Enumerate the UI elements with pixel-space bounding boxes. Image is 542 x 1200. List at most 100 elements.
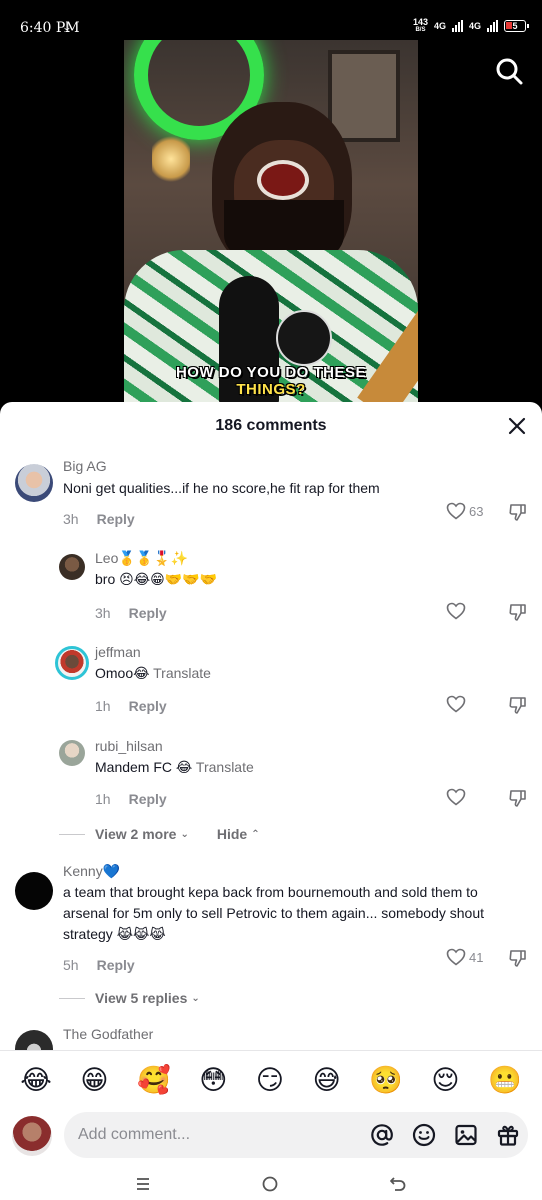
emoji-button[interactable]: 😏	[256, 1067, 284, 1094]
comments-sheet: 186 comments Big AG Noni get qualities..…	[0, 402, 542, 1200]
emoji-button[interactable]: 😂	[20, 1067, 52, 1094]
like-button[interactable]: 41	[446, 948, 483, 966]
signal-icon	[451, 20, 463, 32]
translate-link[interactable]: Translate	[153, 665, 211, 681]
comment-username[interactable]: rubi_hilsan	[95, 738, 163, 754]
reply-button[interactable]: Reply	[97, 511, 135, 527]
view-replies[interactable]: View 5 replies ⌄	[59, 990, 200, 1006]
comment-meta: 1h Reply	[95, 698, 167, 714]
emoji-button[interactable]: 🥰	[137, 1067, 171, 1094]
home-button[interactable]	[261, 1175, 279, 1198]
reply-button[interactable]: Reply	[129, 791, 167, 807]
network-type-1: 4G	[433, 21, 446, 31]
gift-icon[interactable]	[496, 1123, 520, 1147]
chevron-down-icon: ⌄	[180, 828, 189, 840]
view-replies-link[interactable]: View 5 replies	[95, 990, 187, 1006]
comment-username[interactable]: jeffman	[95, 644, 141, 660]
translate-link[interactable]: Translate	[196, 759, 254, 775]
comment-text: Omoo😂 Translate	[95, 663, 211, 684]
sheet-header: 186 comments	[0, 402, 542, 450]
thumbs-down-icon	[509, 504, 526, 521]
image-icon[interactable]	[454, 1123, 478, 1147]
video-player[interactable]: HOW DO YOU DO THESE THINGS?	[124, 40, 418, 402]
view-more-replies[interactable]: View 2 more ⌄ Hide ⌃	[59, 826, 260, 842]
network-speed-unit: B/S	[415, 27, 426, 33]
like-button[interactable]	[446, 695, 466, 713]
dislike-button[interactable]	[508, 788, 528, 813]
caption-line-1: HOW DO YOU DO THESE	[175, 364, 367, 381]
chevron-down-icon: ⌄	[191, 992, 200, 1004]
comment-text: Mandem FC 😂 Translate	[95, 757, 254, 778]
comment-text-line: strategy 😹😹😹	[63, 926, 166, 942]
emoji-button[interactable]: 😁	[80, 1067, 108, 1094]
comment-time: 1h	[95, 698, 111, 714]
wall-frame	[328, 50, 400, 142]
dislike-button[interactable]	[508, 502, 528, 527]
back-button[interactable]	[389, 1175, 407, 1198]
comment-text-line: a team that brought kepa back from bourn…	[63, 884, 478, 900]
reply-button[interactable]: Reply	[97, 957, 135, 973]
comment-username[interactable]: Kenny💙	[63, 863, 120, 880]
comment-time: 5h	[63, 957, 79, 973]
like-button[interactable]	[446, 602, 466, 620]
comment-time: 3h	[95, 605, 111, 621]
heart-icon	[446, 502, 466, 520]
avatar[interactable]	[59, 554, 85, 580]
comment-text: Noni get qualities...if he no score,he f…	[63, 480, 380, 496]
avatar[interactable]	[55, 646, 89, 680]
network-type-2: 4G	[468, 21, 481, 31]
emoji-picker-icon[interactable]	[412, 1123, 436, 1147]
comment-text: bro 😣😂😁🤝🤝🤝	[95, 571, 217, 587]
like-button[interactable]	[446, 788, 466, 806]
emoji-button[interactable]: 😬	[488, 1067, 522, 1094]
dislike-button[interactable]	[508, 948, 528, 973]
comment-composer	[0, 1110, 542, 1166]
emoji-button[interactable]: 😳	[199, 1067, 227, 1094]
emoji-button[interactable]: 😌	[431, 1067, 459, 1094]
comment-text-body: Mandem FC 😂	[95, 759, 193, 775]
comments-list[interactable]: Big AG Noni get qualities...if he no sco…	[0, 450, 542, 1050]
dislike-button[interactable]	[508, 602, 528, 627]
mention-icon[interactable]	[370, 1123, 394, 1147]
hide-replies-link[interactable]: Hide	[217, 826, 247, 842]
comment-time: 3h	[63, 511, 79, 527]
comment-time: 1h	[95, 791, 111, 807]
avatar[interactable]	[59, 740, 85, 766]
emoji-button[interactable]: 😅	[313, 1067, 341, 1094]
like-count: 63	[469, 503, 484, 519]
search-icon[interactable]	[494, 56, 524, 86]
signal-icon-2	[487, 20, 498, 32]
avatar[interactable]	[15, 1030, 53, 1050]
heart-icon	[446, 788, 466, 806]
emoji-quick-bar: 😂 😁 🥰 😳 😏 😅 🥺 😌 😬	[0, 1050, 542, 1110]
comment-username[interactable]: Big AG	[63, 458, 107, 474]
thumbs-down-icon	[509, 604, 526, 621]
heart-icon	[446, 602, 466, 620]
comment-username[interactable]: The Godfather	[63, 1026, 153, 1042]
status-time: 6:40 PM	[20, 20, 80, 36]
comment-username[interactable]: Leo🥇🥇🎖️✨	[95, 550, 188, 567]
thread-divider	[59, 997, 85, 999]
shirt-badge	[276, 310, 332, 366]
network-speed-value: 143	[412, 17, 428, 27]
download-icon: ⤓	[64, 19, 70, 34]
emoji-button[interactable]: 🥺	[369, 1067, 403, 1094]
avatar[interactable]	[15, 464, 53, 502]
thumbs-down-icon	[509, 790, 526, 807]
thumbs-down-icon	[509, 950, 526, 967]
like-button[interactable]: 63	[446, 502, 483, 520]
recent-apps-button[interactable]	[135, 1176, 151, 1197]
reply-button[interactable]: Reply	[129, 698, 167, 714]
video-caption: HOW DO YOU DO THESE THINGS?	[124, 364, 418, 398]
thread-divider	[59, 833, 85, 835]
comment-meta: 3h Reply	[63, 511, 135, 527]
reply-button[interactable]: Reply	[129, 605, 167, 621]
avatar[interactable]	[15, 872, 53, 910]
view-more-link[interactable]: View 2 more	[95, 826, 176, 842]
comments-count-title: 186 comments	[215, 417, 327, 434]
close-icon[interactable]	[508, 417, 526, 435]
caption-line-2: THINGS?	[236, 381, 306, 398]
status-indicators: 143 B/S 4G 4G 5	[412, 17, 529, 34]
my-avatar[interactable]	[12, 1116, 52, 1156]
dislike-button[interactable]	[508, 695, 528, 720]
